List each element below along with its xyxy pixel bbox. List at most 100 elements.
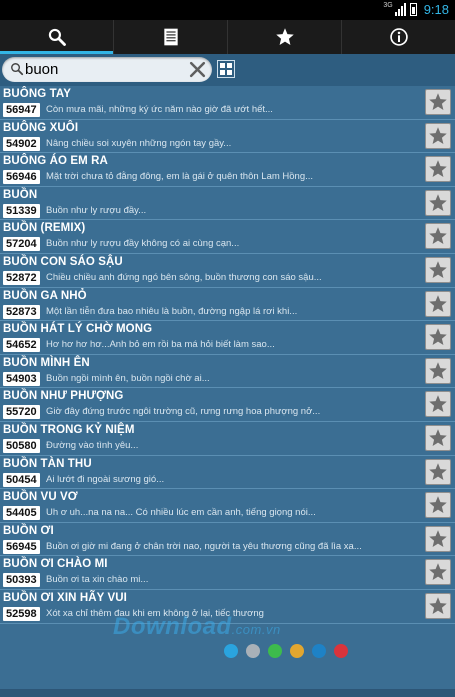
song-row[interactable]: BUỒN TRONG KỶ NIỆM 50580 Đường vào tình yê… bbox=[0, 422, 455, 456]
song-code-badge: 56945 bbox=[3, 539, 40, 554]
star-icon bbox=[275, 28, 294, 45]
song-code-badge: 54903 bbox=[3, 371, 40, 386]
song-row[interactable]: BUÔNG XUÔI 54902 Nâng chiều soi xuyên nhữn… bbox=[0, 120, 455, 154]
info-icon bbox=[389, 28, 408, 46]
clear-icon[interactable] bbox=[188, 60, 207, 79]
favorite-star-button[interactable] bbox=[425, 189, 451, 216]
favorite-star-button[interactable] bbox=[425, 492, 451, 519]
song-title: BUỒN MÌNH ÊN bbox=[3, 356, 90, 369]
song-title: BUỒN VU VƠ bbox=[3, 491, 78, 504]
song-lyrics-snippet: Uh ơ uh...na na na... Có nhiều lúc em cầ… bbox=[46, 507, 316, 519]
song-row[interactable]: BUỒN 51339 Buồn như ly rượu đầy... bbox=[0, 187, 455, 221]
signal-icon bbox=[394, 3, 406, 16]
favorite-star-button[interactable] bbox=[425, 424, 451, 451]
song-row[interactable]: BUỒN VU VƠ 54405 Uh ơ uh...na na na... Có … bbox=[0, 489, 455, 523]
favorite-star-button[interactable] bbox=[425, 391, 451, 418]
song-lyrics-snippet: Buồn ngồi mình ên, buồn ngồi chờ ai... bbox=[46, 372, 210, 384]
search-icon bbox=[11, 63, 24, 76]
song-row[interactable]: BUỒN CON SÁO SẬU 52872 Chiều chiều anh đứn… bbox=[0, 254, 455, 288]
color-dot bbox=[246, 644, 260, 658]
star-icon bbox=[429, 160, 447, 178]
song-code-badge: 52598 bbox=[3, 606, 40, 621]
search-input[interactable] bbox=[25, 59, 175, 79]
favorite-star-button[interactable] bbox=[425, 223, 451, 250]
star-icon bbox=[429, 496, 447, 514]
favorite-star-button[interactable] bbox=[425, 89, 451, 115]
song-row[interactable]: BUÔNG TAY 56947 Còn mưa mãi, những ký ức n… bbox=[0, 86, 455, 120]
song-row[interactable]: BUỒN HÁT LÝ CHỜ MONG 54652 Hơ hơ hơ hơ...A… bbox=[0, 321, 455, 355]
song-title: BUỒN HÁT LÝ CHỜ MONG bbox=[3, 323, 153, 336]
song-row[interactable]: BUỒN ƠI CHÀO MI 50393 Buồn ơi ta xin chào … bbox=[0, 556, 455, 590]
song-code-badge: 56946 bbox=[3, 170, 40, 185]
star-icon bbox=[429, 294, 447, 312]
favorite-star-button[interactable] bbox=[425, 324, 451, 351]
grid-view-button[interactable] bbox=[217, 60, 235, 78]
song-code-badge: 56947 bbox=[3, 103, 40, 117]
star-icon bbox=[429, 93, 447, 110]
search-row bbox=[0, 54, 455, 86]
song-title: BUÔNG TAY bbox=[3, 88, 71, 100]
song-row[interactable]: BUỒN TÀN THU 50454 Ai lướt đi ngoài sương … bbox=[0, 456, 455, 490]
favorite-star-button[interactable] bbox=[425, 256, 451, 283]
favorite-star-button[interactable] bbox=[425, 357, 451, 384]
song-lyrics-snippet: Đường vào tình yêu... bbox=[46, 439, 139, 451]
song-title: BUỒN bbox=[3, 188, 38, 201]
song-lyrics-snippet: Buồn như ly rượu đầy không có ai cùng cạ… bbox=[46, 238, 240, 250]
tab-list[interactable] bbox=[114, 20, 228, 54]
song-row[interactable]: BUỒN (REMIX) 57204 Buồn như ly rượu đầy kh… bbox=[0, 220, 455, 254]
star-icon bbox=[429, 563, 447, 581]
tab-bar bbox=[0, 20, 455, 54]
favorite-star-button[interactable] bbox=[425, 458, 451, 485]
tab-favorites[interactable] bbox=[228, 20, 342, 54]
search-icon bbox=[48, 28, 66, 46]
song-title: BUỒN ƠI CHÀO MI bbox=[3, 558, 108, 571]
song-code-badge: 54902 bbox=[3, 136, 40, 151]
star-icon bbox=[429, 429, 447, 446]
watermark: Download.com.vn bbox=[113, 613, 281, 640]
battery-icon bbox=[409, 3, 417, 16]
app-screen: 3G 9:18 buon BUÔNG TAY 56947 Còn mưa mãi… bbox=[0, 0, 455, 697]
song-code-badge: 52873 bbox=[3, 304, 40, 319]
favorite-star-button[interactable] bbox=[425, 559, 451, 586]
song-row[interactable]: BUỒN NHƯ PHƯỢNG 55720 Giờ đây đứng trước n… bbox=[0, 388, 455, 422]
bottom-bar bbox=[0, 689, 455, 697]
song-code-badge: 54652 bbox=[3, 338, 40, 353]
song-title: BUỒN TRONG KỶ NIỆM bbox=[3, 423, 135, 436]
tab-search[interactable] bbox=[0, 20, 114, 54]
star-icon bbox=[429, 227, 447, 245]
song-row[interactable]: BUÔNG ÁO EM RA 56946 Mặt trời chưa tỏ đằng… bbox=[0, 153, 455, 187]
song-lyrics-snippet: Một lần tiễn đưa bao nhiêu là buồn, đườn… bbox=[46, 305, 298, 317]
star-icon bbox=[429, 194, 447, 211]
song-code-badge: 50454 bbox=[3, 472, 40, 487]
color-dot bbox=[268, 644, 282, 658]
song-lyrics-snippet: Mặt trời chưa tỏ đằng đông, em là gái ở … bbox=[46, 171, 314, 183]
status-bar: 3G 9:18 bbox=[0, 0, 455, 20]
song-title: BUỒN TÀN THU bbox=[3, 457, 92, 470]
color-dot bbox=[224, 644, 238, 658]
song-title: BUỒN NHƯ PHƯỢNG bbox=[3, 390, 124, 403]
color-dot bbox=[290, 644, 304, 658]
status-time: 9:18 bbox=[423, 2, 449, 17]
song-code-badge: 51339 bbox=[3, 203, 40, 218]
color-dot bbox=[312, 644, 326, 658]
song-code-badge: 50393 bbox=[3, 573, 40, 588]
star-icon bbox=[429, 529, 447, 547]
song-row[interactable]: BUỒN MÌNH ÊN 54903 Buồn ngồi mình ên, buồn… bbox=[0, 355, 455, 389]
favorite-star-button[interactable] bbox=[425, 290, 451, 317]
favorite-star-button[interactable] bbox=[425, 122, 451, 149]
song-title: BUỒN ƠI XIN HÃY VUI bbox=[3, 591, 127, 604]
song-title: BUỒN ƠI bbox=[3, 524, 54, 537]
song-row[interactable]: BUỒN GA NHỎ 52873 Một lần tiễn đưa bao nhi… bbox=[0, 288, 455, 322]
song-lyrics-snippet: Giờ đây đứng trước ngôi trường cũ, rưng … bbox=[46, 406, 321, 418]
favorite-star-button[interactable] bbox=[425, 525, 451, 552]
favorite-star-button[interactable] bbox=[425, 592, 451, 619]
song-lyrics-snippet: Buồn như ly rượu đầy... bbox=[46, 204, 147, 216]
network-type: 3G bbox=[383, 2, 393, 9]
star-icon bbox=[429, 362, 447, 379]
tab-info[interactable] bbox=[342, 20, 455, 54]
page-indicator bbox=[224, 644, 348, 658]
favorite-star-button[interactable] bbox=[425, 156, 451, 183]
star-icon bbox=[429, 126, 447, 144]
song-code-badge: 52872 bbox=[3, 270, 40, 285]
song-row[interactable]: BUỒN ƠI 56945 Buồn ơi giờ mi đang ở chân t… bbox=[0, 523, 455, 557]
